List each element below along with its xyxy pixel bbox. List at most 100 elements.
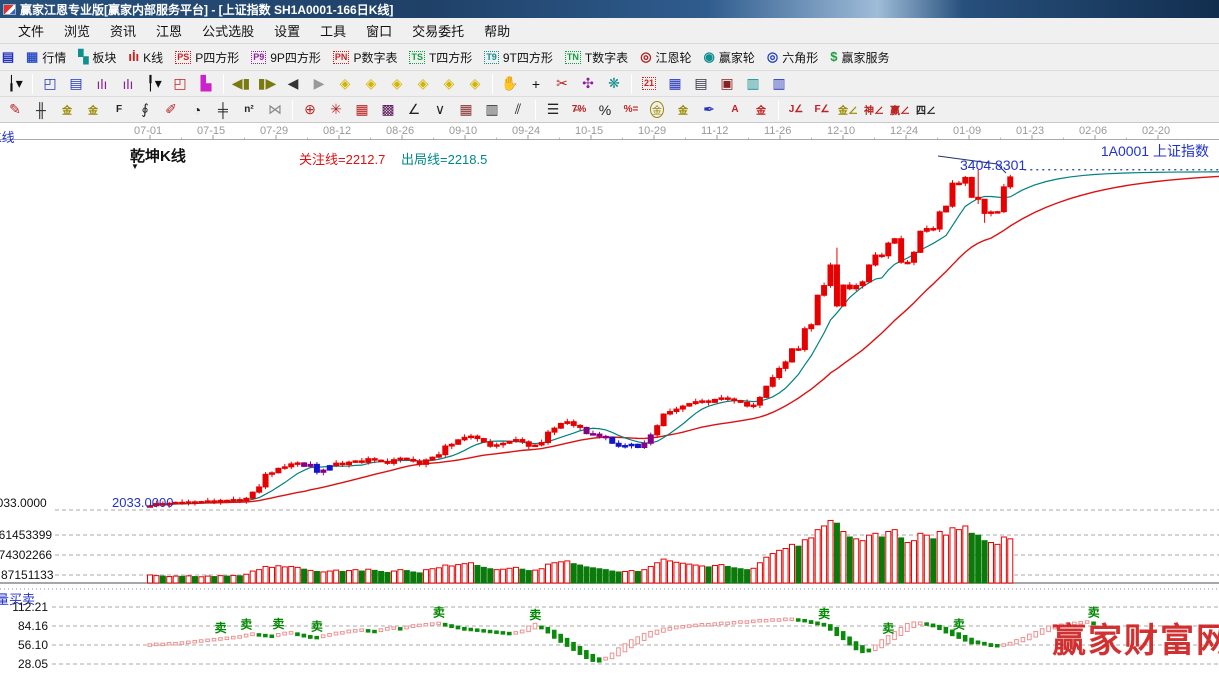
hand-tool[interactable]: ✋	[498, 73, 522, 95]
percent-tool[interactable]: %	[593, 99, 617, 121]
notes-button[interactable]: ▤	[689, 73, 713, 95]
save-button[interactable]: ▣	[715, 73, 739, 95]
menu-item-8[interactable]: 窗口	[356, 19, 402, 42]
angle-j-tool[interactable]: J∠	[784, 99, 808, 121]
sectors-button[interactable]: ▚板块	[73, 47, 123, 68]
date-tick-label: 10-29	[638, 125, 666, 137]
date-tick-label: 07-29	[260, 125, 288, 137]
candle-dropdown[interactable]: ╿▾	[142, 73, 166, 95]
network-button[interactable]: ▥	[741, 73, 765, 95]
parallel-lines-tool[interactable]: ⫽	[506, 99, 530, 121]
circle-cross-tool[interactable]: ⊕	[298, 99, 322, 121]
diamond-allmove-button[interactable]: ◈	[463, 73, 487, 95]
grid-dark-tool[interactable]: ▩	[376, 99, 400, 121]
gold-ruler-tool[interactable]: 金	[55, 99, 79, 121]
hexagon-button[interactable]: ◎六角形	[762, 47, 825, 68]
pattern-tool-teal[interactable]: ❋	[602, 73, 626, 95]
remote-button[interactable]: ▥	[767, 73, 791, 95]
menu-item-2[interactable]: 浏览	[54, 19, 100, 42]
nav-prev-button[interactable]: ◀	[281, 73, 305, 95]
grid-red-tool[interactable]: ▦	[350, 99, 374, 121]
p-table-button[interactable]: PNP数字表	[328, 47, 405, 68]
date-tick-label: 09-10	[449, 125, 477, 137]
time-circle-tool[interactable]: ◔	[185, 99, 209, 121]
brush-tool[interactable]: ✎	[3, 99, 27, 121]
menu-item-7[interactable]: 工具	[310, 19, 356, 42]
spiral-tool[interactable]: ∮	[133, 99, 157, 121]
kline-style-dropdown[interactable]: ╽▾	[3, 73, 27, 95]
menu-item-4[interactable]: 江恩	[146, 19, 192, 42]
diamond-right-button[interactable]: ◈	[359, 73, 383, 95]
gann-ruler-tool[interactable]: ╫	[29, 99, 53, 121]
kline-style-dropdown-arrow[interactable]: ▼	[131, 162, 139, 171]
v-lines-tool[interactable]: ∨	[428, 99, 452, 121]
angle-ying-tool[interactable]: 赢∠	[888, 99, 912, 121]
diamond-left-button[interactable]: ◈	[333, 73, 357, 95]
winner-service-button[interactable]: $赢家服务	[825, 47, 896, 68]
menu-item-5[interactable]: 公式选股	[192, 19, 264, 42]
kline-button[interactable]: ıİıK线	[123, 47, 170, 68]
kline-tab-label[interactable]: K线	[0, 127, 15, 146]
grid-b-tool[interactable]: ▥	[480, 99, 504, 121]
gann-tool-purple[interactable]: ✣	[576, 73, 600, 95]
winner-wheel-button[interactable]: ◉赢家轮	[699, 47, 762, 68]
gold-circle-tool[interactable]: 金	[645, 99, 669, 121]
nav-last-button[interactable]: ▮▶	[255, 73, 279, 95]
scale-tool[interactable]: ☰	[541, 99, 565, 121]
tick-ruler-tool[interactable]: ╪	[211, 99, 235, 121]
calculator-button[interactable]: ▦	[663, 73, 687, 95]
percent-strike-tool[interactable]: 7̶%	[567, 99, 591, 121]
color-histogram-icon[interactable]: ▙	[194, 73, 218, 95]
nav-next-button[interactable]: ▶	[307, 73, 331, 95]
wave-a-tool[interactable]: A	[723, 99, 747, 121]
nav-prev-button-icon: ◀	[288, 75, 299, 92]
menu-item-10[interactable]: 帮助	[474, 19, 520, 42]
angle-f-tool[interactable]: F∠	[810, 99, 834, 121]
radial-star-tool[interactable]: ✳	[324, 99, 348, 121]
f-ruler-tool[interactable]: F	[107, 99, 131, 121]
bars-9-icon[interactable]: ılı	[116, 73, 140, 95]
mirror-tool[interactable]: ⋈	[263, 99, 287, 121]
grid-123-tool[interactable]: ▦	[454, 99, 478, 121]
crosshair-tool[interactable]: +	[524, 73, 548, 95]
menu-item-1[interactable]: 文件	[8, 19, 54, 42]
n2-tool[interactable]: n²	[237, 99, 261, 121]
nav-first-button[interactable]: ◀▮	[229, 73, 253, 95]
scale-tool-icon: ☰	[547, 101, 560, 118]
quotes-button[interactable]: ▦行情	[21, 47, 73, 68]
window-title: 赢家江恩专业版[赢家内部服务平台] - [上证指数 SH1A0001-166日K…	[20, 1, 393, 18]
trend-window-red-icon[interactable]: ◰	[168, 73, 192, 95]
angle-shen-tool[interactable]: 神∠	[862, 99, 886, 121]
gold-underline-tool[interactable]: 金	[749, 99, 773, 121]
chart-canvas[interactable]: 卖卖卖卖卖卖卖卖卖卖	[0, 123, 1219, 674]
gold-ruler2-tool[interactable]: 金	[81, 99, 105, 121]
9p-square-button[interactable]: P99P四方形	[246, 47, 328, 68]
menu-item-9[interactable]: 交易委托	[402, 19, 474, 42]
9p-square-button-icon: P9	[251, 51, 266, 64]
t-table-button[interactable]: TNT数字表	[560, 47, 635, 68]
ink-pen-tool[interactable]: ✒	[697, 99, 721, 121]
pencil-tool[interactable]: ✐	[159, 99, 183, 121]
angle-gold-tool[interactable]: 金∠	[836, 99, 860, 121]
candle-dropdown-icon: ╿▾	[146, 75, 161, 92]
menu-item-6[interactable]: 设置	[264, 19, 310, 42]
gold-lines-tool[interactable]: 金	[671, 99, 695, 121]
9t-square-button[interactable]: T99T四方形	[479, 47, 560, 68]
diamond-hmove-button[interactable]: ◈	[385, 73, 409, 95]
t-square-button[interactable]: TST四方形	[404, 47, 479, 68]
diamond-expand-button[interactable]: ◈	[411, 73, 435, 95]
diamond-cross-button[interactable]: ◈	[437, 73, 461, 95]
gann-wheel-button[interactable]: ◎江恩轮	[635, 47, 698, 68]
info-view-icon[interactable]: ▤	[64, 73, 88, 95]
fan-lines-tool[interactable]: ∠	[402, 99, 426, 121]
menu-item-3[interactable]: 资讯	[100, 19, 146, 42]
percent-line-tool[interactable]: %=	[619, 99, 643, 121]
calendar-button[interactable]: 21	[637, 73, 661, 95]
trend-window-icon[interactable]: ◰	[38, 73, 62, 95]
angle-si-tool[interactable]: 四∠	[914, 99, 938, 121]
p-square-button[interactable]: PSP四方形	[170, 47, 246, 68]
measure-tool[interactable]: ✂	[550, 73, 574, 95]
t-table-button-label: T数字表	[585, 49, 628, 66]
bars-3-icon[interactable]: ılı	[90, 73, 114, 95]
percent-strike-tool-icon: 7̶%	[572, 104, 586, 115]
